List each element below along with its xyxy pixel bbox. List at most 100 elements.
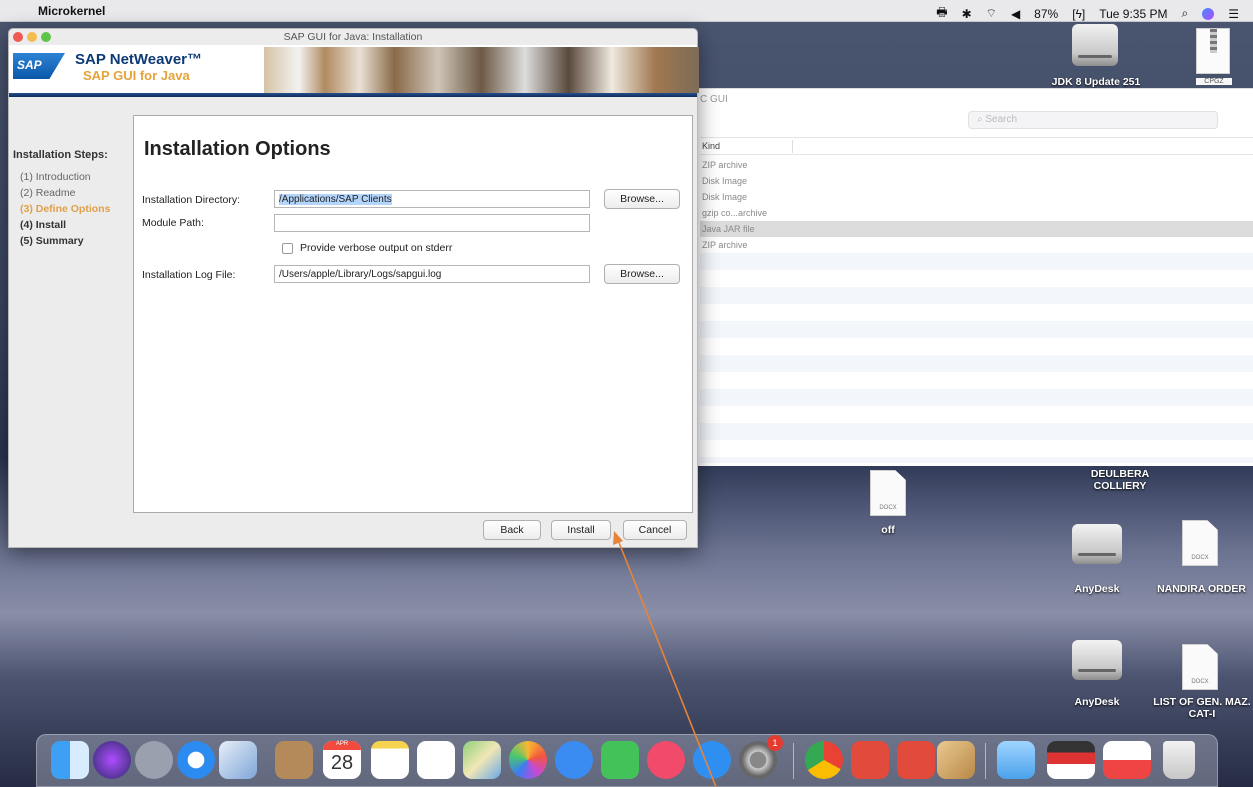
verbose-checkbox[interactable] bbox=[282, 243, 293, 254]
finder-empty-rows bbox=[700, 253, 1253, 463]
finder-icon[interactable] bbox=[51, 741, 89, 779]
calendar-icon[interactable]: APR 28 bbox=[323, 741, 361, 779]
cancel-button[interactable]: Cancel bbox=[623, 520, 687, 540]
install-dir-value: /Applications/SAP Clients bbox=[279, 194, 392, 205]
step-readme: (2) Readme bbox=[20, 187, 76, 199]
kind-header[interactable]: Kind bbox=[702, 141, 720, 151]
desktop-item-nandira[interactable]: NANDIRA ORDER bbox=[1150, 583, 1253, 595]
desktop-item-anydesk-2[interactable]: AnyDesk bbox=[1056, 696, 1138, 708]
verbose-label[interactable]: Provide verbose output on stderr bbox=[300, 242, 452, 254]
finder-window: C GUI ⌕ Search Kind ZIP archive Disk Ima… bbox=[690, 88, 1253, 466]
music-icon[interactable] bbox=[647, 741, 685, 779]
calendar-day: 28 bbox=[330, 752, 354, 774]
clock[interactable]: Tue 9:35 PM bbox=[1099, 7, 1167, 21]
anydesk-drive-icon[interactable] bbox=[1072, 524, 1122, 564]
doc-tag: DOCX bbox=[879, 505, 897, 511]
step-summary: (5) Summary bbox=[20, 235, 84, 247]
contacts-icon[interactable] bbox=[275, 741, 313, 779]
finder-search-input[interactable]: ⌕ Search bbox=[968, 111, 1218, 129]
battery-icon[interactable]: [ϟ] bbox=[1072, 7, 1085, 21]
list-item[interactable]: ZIP archive bbox=[700, 237, 1253, 253]
mail-icon[interactable] bbox=[219, 741, 257, 779]
photos-icon[interactable] bbox=[509, 741, 547, 779]
reminders-icon[interactable] bbox=[417, 741, 455, 779]
finder-column-header[interactable]: Kind bbox=[700, 137, 1253, 155]
siri-icon[interactable] bbox=[1202, 7, 1215, 20]
desktop-item-anydesk-1[interactable]: AnyDesk bbox=[1056, 583, 1138, 595]
installer-window: SAP GUI for Java: Installation SAP SAP N… bbox=[8, 28, 699, 548]
anydesk-alt-icon[interactable] bbox=[897, 741, 935, 779]
desktop-item-list-of-gen[interactable]: LIST OF GEN. MAZ. CAT-I bbox=[1152, 696, 1252, 720]
wifi-icon[interactable]: ⌔ bbox=[986, 6, 997, 21]
safari-icon[interactable] bbox=[177, 741, 215, 779]
list-item[interactable]: gzip co...archive bbox=[700, 205, 1253, 221]
install-button[interactable]: Install bbox=[551, 520, 611, 540]
sap-logo-text: SAP bbox=[17, 58, 42, 72]
desktop-item-deulbera[interactable]: DEULBERA COLLIERY bbox=[1080, 468, 1160, 492]
dock-separator bbox=[793, 743, 794, 779]
minimize-window-button[interactable] bbox=[27, 32, 37, 42]
banner-divider bbox=[9, 93, 697, 97]
facetime-icon[interactable] bbox=[601, 741, 639, 779]
document-stack-icon[interactable] bbox=[1103, 741, 1151, 779]
chrome-icon[interactable] bbox=[805, 741, 843, 779]
downloads-folder-icon[interactable] bbox=[997, 741, 1035, 779]
anydesk-icon[interactable] bbox=[851, 741, 889, 779]
app-menu-name[interactable]: Microkernel bbox=[38, 4, 105, 18]
steps-header: Installation Steps: bbox=[13, 149, 108, 161]
list-item[interactable]: Disk Image bbox=[700, 173, 1253, 189]
zoom-window-button[interactable] bbox=[41, 32, 51, 42]
jdk-drive-icon[interactable] bbox=[1072, 24, 1118, 66]
step-introduction: (1) Introduction bbox=[20, 171, 91, 183]
module-path-field[interactable] bbox=[274, 214, 590, 232]
document-icon[interactable]: DOCX bbox=[1182, 520, 1218, 566]
bluetooth-icon[interactable]: ✱ bbox=[962, 7, 972, 21]
window-title: SAP GUI for Java: Installation bbox=[283, 31, 423, 43]
desktop-item-jdk[interactable]: JDK 8 Update 251 bbox=[1032, 76, 1160, 88]
app-store-icon[interactable] bbox=[693, 741, 731, 779]
list-item[interactable]: Disk Image bbox=[700, 189, 1253, 205]
notification-badge: 1 bbox=[767, 735, 783, 751]
install-dir-field[interactable]: /Applications/SAP Clients bbox=[274, 190, 590, 208]
archive-icon[interactable] bbox=[1196, 28, 1230, 74]
anydesk-drive-icon[interactable] bbox=[1072, 640, 1122, 680]
messages-icon[interactable] bbox=[555, 741, 593, 779]
printer-icon[interactable]: 🖶 bbox=[936, 3, 947, 24]
volume-icon[interactable]: ◀ bbox=[1011, 7, 1020, 21]
spotlight-icon[interactable]: ⌕ bbox=[1182, 6, 1189, 21]
status-area: 🖶 ✱ ⌔ ◀ 87% [ϟ] Tue 9:35 PM ⌕ ☰ bbox=[936, 3, 1239, 24]
log-file-field[interactable]: /Users/apple/Library/Logs/sapgui.log bbox=[274, 265, 590, 283]
close-window-button[interactable] bbox=[13, 32, 23, 42]
document-stack-icon[interactable] bbox=[1047, 741, 1095, 779]
siri-icon[interactable] bbox=[93, 741, 131, 779]
dock: APR 28 1 bbox=[36, 734, 1218, 787]
browse-install-dir-button[interactable]: Browse... bbox=[604, 189, 680, 209]
brand-title: SAP NetWeaver™ bbox=[75, 51, 203, 68]
search-placeholder: Search bbox=[985, 114, 1018, 125]
battery-percent[interactable]: 87% bbox=[1034, 7, 1058, 21]
list-item[interactable]: ZIP archive bbox=[700, 157, 1253, 173]
module-path-label: Module Path: bbox=[142, 217, 204, 229]
document-icon[interactable]: DOCX bbox=[1182, 644, 1218, 690]
browse-log-file-button[interactable]: Browse... bbox=[604, 264, 680, 284]
step-define-options: (3) Define Options bbox=[20, 203, 111, 215]
list-item-selected[interactable]: Java JAR file bbox=[700, 221, 1253, 237]
maps-icon[interactable] bbox=[463, 741, 501, 779]
doc-tag: DOCX bbox=[1191, 679, 1209, 685]
trash-icon[interactable] bbox=[1163, 741, 1195, 779]
banner-photo bbox=[264, 47, 699, 93]
step-install: (4) Install bbox=[20, 219, 67, 231]
desktop-item-off[interactable]: off bbox=[860, 524, 916, 536]
launchpad-icon[interactable] bbox=[135, 741, 173, 779]
document-icon[interactable]: DOCX bbox=[870, 470, 906, 516]
installer-icon[interactable] bbox=[937, 741, 975, 779]
options-panel: Installation Options Installation Direct… bbox=[133, 115, 693, 513]
installation-steps: Installation Steps: (1) Introduction (2)… bbox=[9, 149, 129, 251]
desktop-item-cpgz[interactable]: CPGZ bbox=[1196, 78, 1232, 85]
menubar: Microkernel 🖶 ✱ ⌔ ◀ 87% [ϟ] Tue 9:35 PM … bbox=[0, 0, 1253, 22]
finder-rows: ZIP archive Disk Image Disk Image gzip c… bbox=[700, 157, 1253, 253]
back-button[interactable]: Back bbox=[483, 520, 541, 540]
calendar-month: APR bbox=[323, 741, 361, 750]
notification-center-icon[interactable]: ☰ bbox=[1228, 7, 1239, 21]
notes-icon[interactable] bbox=[371, 741, 409, 779]
